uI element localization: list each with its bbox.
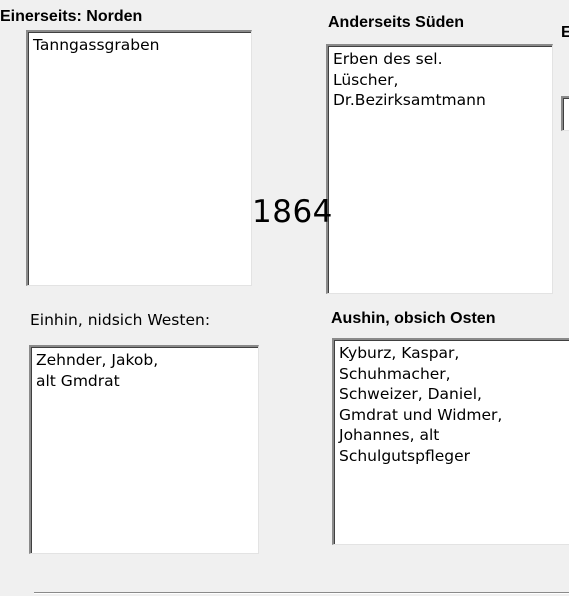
right-partial-field[interactable] <box>561 96 569 131</box>
west-field[interactable]: Zehnder, Jakob, alt Gmdrat <box>29 345 259 554</box>
year-overlay: 1864 <box>252 194 333 230</box>
label-partial-right: E <box>561 24 569 41</box>
bottom-divider <box>34 592 569 594</box>
label-east: Aushin, obsich Osten <box>331 310 496 327</box>
south-field[interactable]: Erben des sel. Lüscher, Dr.Bezirksamtman… <box>326 44 553 294</box>
north-field[interactable]: Tanngassgraben <box>26 30 252 286</box>
label-north: Einerseits: Norden <box>0 8 143 25</box>
label-west: Einhin, nidsich Westen: <box>30 311 211 329</box>
label-south: Anderseits Süden <box>328 14 465 31</box>
east-field[interactable]: Kyburz, Kaspar, Schuhmacher, Schweizer, … <box>332 338 569 545</box>
